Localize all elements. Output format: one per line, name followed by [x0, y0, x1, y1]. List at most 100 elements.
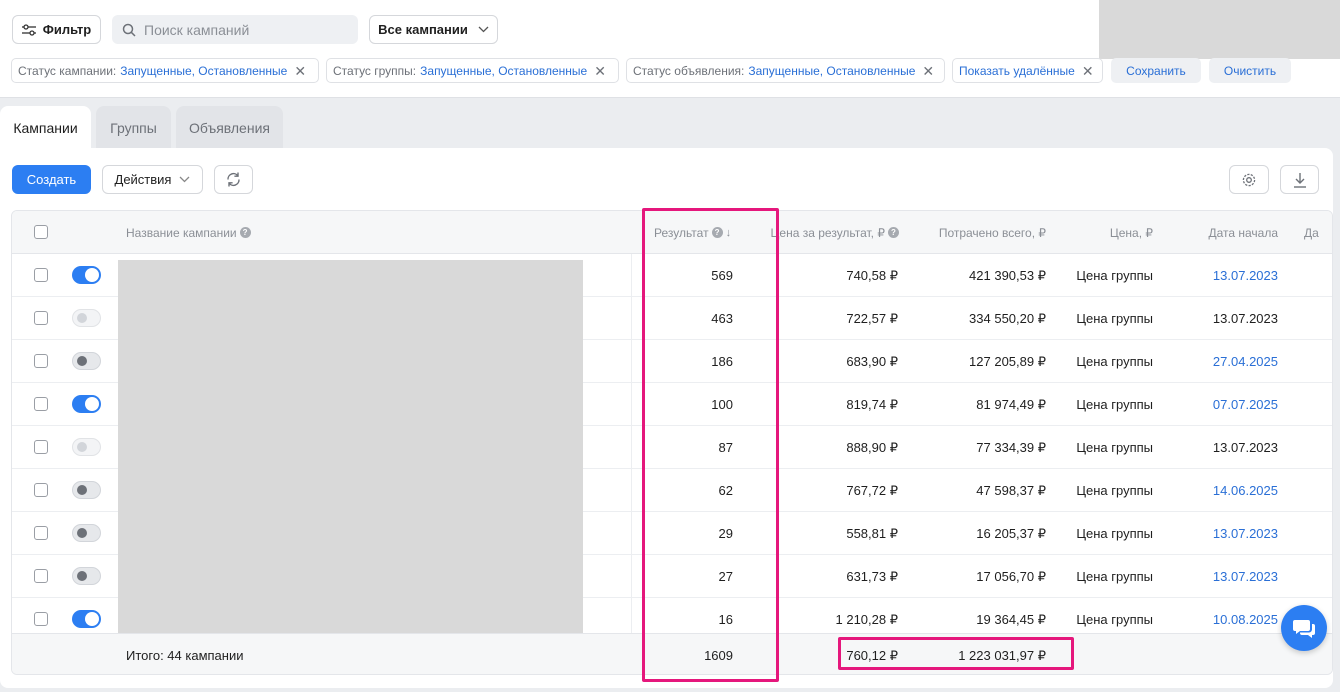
close-icon[interactable]: ✕: [922, 64, 934, 78]
save-filter-button[interactable]: Сохранить: [1111, 58, 1201, 83]
row-checkbox[interactable]: [34, 397, 48, 411]
price-per-result-cell: 819,74 ₽: [846, 396, 898, 412]
result-cell: 569: [711, 268, 733, 283]
search-icon: [122, 23, 136, 37]
price-per-result-cell: 767,72 ₽: [846, 482, 898, 498]
price-cell: Цена группы: [1076, 526, 1153, 541]
chip-show-deleted[interactable]: Показать удалённые ✕: [952, 58, 1103, 83]
campaign-status-toggle[interactable]: [72, 610, 101, 628]
price-per-result-cell: 631,73 ₽: [846, 568, 898, 584]
row-checkbox[interactable]: [34, 483, 48, 497]
price-cell: Цена группы: [1076, 569, 1153, 584]
help-icon[interactable]: ?: [888, 227, 899, 238]
row-checkbox[interactable]: [34, 569, 48, 583]
total-spent: 1 223 031,97 ₽: [958, 647, 1046, 663]
table-header: Название кампании ? Результат ? ↓ Цена з…: [12, 211, 1332, 254]
spent-cell: 77 334,39 ₽: [976, 439, 1046, 455]
close-icon[interactable]: ✕: [294, 64, 306, 78]
tab-ads[interactable]: Объявления: [176, 106, 283, 149]
spent-cell: 16 205,37 ₽: [976, 525, 1046, 541]
column-header-start-date[interactable]: Дата начала: [1182, 211, 1278, 254]
start-date-cell[interactable]: 13.07.2023: [1182, 254, 1278, 297]
campaign-status-toggle[interactable]: [72, 567, 101, 585]
support-chat-button[interactable]: [1281, 605, 1327, 651]
refresh-button[interactable]: [214, 165, 253, 194]
campaign-status-toggle[interactable]: [72, 481, 101, 499]
row-checkbox[interactable]: [34, 526, 48, 540]
campaign-status-toggle[interactable]: [72, 352, 101, 370]
price-cell: Цена группы: [1076, 397, 1153, 412]
chevron-down-icon: [478, 26, 489, 33]
help-icon[interactable]: ?: [711, 227, 723, 238]
campaign-status-toggle[interactable]: [72, 524, 101, 542]
spent-cell: 81 974,49 ₽: [976, 396, 1046, 412]
price-per-result-cell: 683,90 ₽: [846, 353, 898, 369]
row-checkbox[interactable]: [34, 440, 48, 454]
close-icon[interactable]: ✕: [594, 64, 606, 78]
toggle-knob: [85, 397, 99, 411]
tab-groups[interactable]: Группы: [96, 106, 171, 149]
table-settings-button[interactable]: [1229, 165, 1269, 194]
actions-label: Действия: [114, 172, 172, 187]
start-date-cell[interactable]: 07.07.2025: [1182, 383, 1278, 426]
campaign-scope-select[interactable]: Все кампании: [369, 15, 498, 44]
column-header-price-per-result[interactable]: Цена за результат, ₽ ?: [752, 211, 899, 254]
column-header-end-date[interactable]: Да: [1304, 211, 1319, 254]
select-all-checkbox[interactable]: [34, 225, 48, 239]
column-header-name[interactable]: Название кампании ?: [126, 211, 251, 254]
row-checkbox[interactable]: [34, 354, 48, 368]
result-cell: 27: [718, 569, 733, 584]
tab-campaigns[interactable]: Кампании: [0, 106, 91, 149]
actions-select[interactable]: Действия: [102, 165, 203, 194]
campaign-scope-label: Все кампании: [378, 22, 468, 37]
result-cell: 87: [718, 440, 733, 455]
price-per-result-cell: 558,81 ₽: [846, 525, 898, 541]
chip-ad-status[interactable]: Статус объявления: Запущенные, Остановле…: [626, 58, 945, 83]
chip-campaign-status[interactable]: Статус кампании: Запущенные, Остановленн…: [11, 58, 319, 83]
column-header-result[interactable]: Результат ? ↓: [654, 211, 731, 254]
search-field[interactable]: [112, 15, 358, 44]
campaign-status-toggle[interactable]: [72, 438, 101, 456]
campaigns-table: Название кампании ? Результат ? ↓ Цена з…: [11, 210, 1333, 675]
row-checkbox[interactable]: [34, 268, 48, 282]
redacted-area: [1099, 0, 1340, 59]
redacted-campaign-names: [118, 260, 583, 636]
column-header-label: Название кампании: [126, 225, 237, 240]
campaign-status-toggle[interactable]: [72, 395, 101, 413]
total-label: Итого: 44 кампании: [126, 648, 244, 663]
column-header-spent[interactable]: Потрачено всего, ₽: [912, 211, 1046, 254]
filter-panel: Фильтр Все кампании Статус кампании: Зап…: [0, 0, 1340, 98]
download-icon: [1293, 172, 1306, 188]
filter-button[interactable]: Фильтр: [12, 15, 101, 44]
price-per-result-cell: 740,58 ₽: [846, 267, 898, 283]
download-button[interactable]: [1280, 165, 1319, 194]
chip-group-status[interactable]: Статус группы: Запущенные, Остановленные…: [326, 58, 619, 83]
start-date-cell[interactable]: 13.07.2023: [1182, 555, 1278, 598]
price-cell: Цена группы: [1076, 440, 1153, 455]
campaign-status-toggle[interactable]: [72, 309, 101, 327]
close-icon[interactable]: ✕: [1082, 64, 1094, 78]
spent-cell: 334 550,20 ₽: [969, 310, 1046, 326]
start-date-cell[interactable]: 27.04.2025: [1182, 340, 1278, 383]
row-checkbox[interactable]: [34, 311, 48, 325]
row-checkbox[interactable]: [34, 612, 48, 626]
chip-value: Запущенные, Остановленные: [120, 63, 288, 78]
column-header-price[interactable]: Цена, ₽: [1072, 211, 1153, 254]
chat-icon: [1293, 620, 1315, 638]
campaign-status-toggle[interactable]: [72, 266, 101, 284]
column-header-label: Цена за результат, ₽: [770, 225, 885, 240]
search-input[interactable]: [144, 21, 344, 38]
result-cell: 62: [718, 483, 733, 498]
start-date-cell[interactable]: 14.06.2025: [1182, 469, 1278, 512]
start-date-cell[interactable]: 13.07.2023: [1182, 512, 1278, 555]
toggle-knob: [77, 571, 87, 581]
total-result: 1609: [704, 648, 733, 663]
chip-value: Показать удалённые: [959, 63, 1075, 78]
clear-filter-button[interactable]: Очистить: [1209, 58, 1291, 83]
spent-cell: 17 056,70 ₽: [976, 568, 1046, 584]
price-cell: Цена группы: [1076, 268, 1153, 283]
create-button[interactable]: Создать: [12, 165, 91, 194]
help-icon[interactable]: ?: [239, 227, 251, 238]
column-divider: [631, 254, 632, 633]
spent-cell: 47 598,37 ₽: [976, 482, 1046, 498]
